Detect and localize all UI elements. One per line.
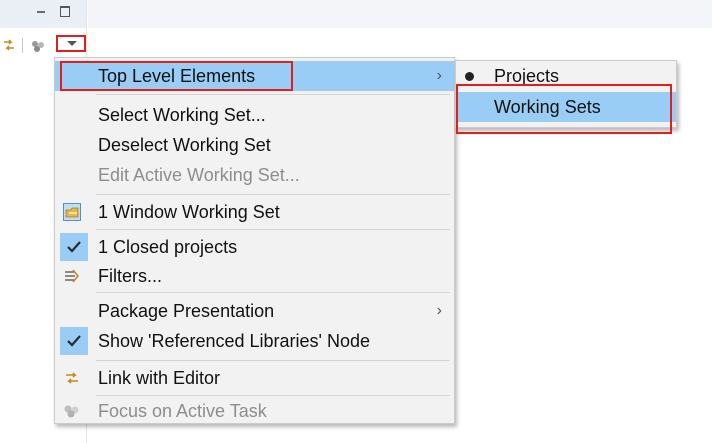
- working-set-icon: [63, 203, 81, 221]
- menu-item-label: Show 'Referenced Libraries' Node: [98, 331, 371, 351]
- menu-item-closed-projects[interactable]: 1 Closed projects: [55, 232, 454, 262]
- view-tab-bar: [0, 0, 86, 28]
- radio-bullet-icon: [465, 72, 474, 81]
- menu-separator: [96, 360, 450, 361]
- menu-item-deselect-working-set[interactable]: Deselect Working Set: [55, 130, 454, 160]
- link-with-editor-icon: [66, 372, 78, 384]
- menu-item-show-referenced-libraries[interactable]: Show 'Referenced Libraries' Node: [55, 326, 454, 356]
- menu-separator: [96, 194, 450, 195]
- minimize-icon[interactable]: [34, 4, 48, 18]
- filters-icon: [65, 269, 80, 283]
- menu-item-focus-on-active-task: Focus on Active Task: [55, 396, 454, 426]
- menu-item-window-working-set[interactable]: 1 Window Working Set: [55, 197, 454, 227]
- view-menu-dropdown-icon[interactable]: [56, 35, 86, 52]
- submenu-arrow-icon: ›: [436, 67, 442, 84]
- menu-item-edit-active-working-set: Edit Active Working Set...: [55, 160, 454, 190]
- menu-item-label: Deselect Working Set: [98, 135, 271, 155]
- maximize-icon[interactable]: [58, 4, 72, 18]
- menu-item-label: Package Presentation: [98, 301, 275, 321]
- menu-item-label: Link with Editor: [98, 368, 221, 388]
- focus-task-icon[interactable]: [31, 40, 45, 52]
- menu-item-select-working-set[interactable]: Select Working Set...: [55, 100, 454, 130]
- menu-item-label: Filters...: [98, 266, 163, 286]
- menu-separator: [96, 292, 450, 293]
- view-menu: Top Level Elements › Select Working Set.…: [54, 57, 455, 424]
- menu-item-label: Select Working Set...: [98, 105, 266, 125]
- link-with-editor-icon[interactable]: [2, 38, 16, 52]
- menu-separator: [96, 94, 450, 95]
- menu-separator: [96, 229, 450, 230]
- toolbar-separator: [22, 38, 23, 53]
- menu-item-label: Focus on Active Task: [98, 401, 267, 421]
- annotation-box-working-sets: [456, 84, 672, 134]
- checkmark-icon: [60, 327, 88, 355]
- submenu-arrow-icon: ›: [436, 302, 442, 319]
- menu-item-label: 1 Window Working Set: [98, 202, 280, 222]
- menu-item-label: 1 Closed projects: [98, 237, 238, 257]
- checkmark-icon: [60, 233, 88, 261]
- editor-tab-area: [88, 0, 712, 28]
- menu-item-label: Edit Active Working Set...: [98, 165, 300, 185]
- menu-item-link-with-editor[interactable]: Link with Editor: [55, 363, 454, 393]
- menu-item-filters[interactable]: Filters...: [55, 261, 454, 291]
- annotation-box-top-level-elements: [60, 61, 293, 91]
- focus-task-icon: [64, 405, 79, 418]
- menu-item-package-presentation[interactable]: Package Presentation ›: [55, 296, 454, 326]
